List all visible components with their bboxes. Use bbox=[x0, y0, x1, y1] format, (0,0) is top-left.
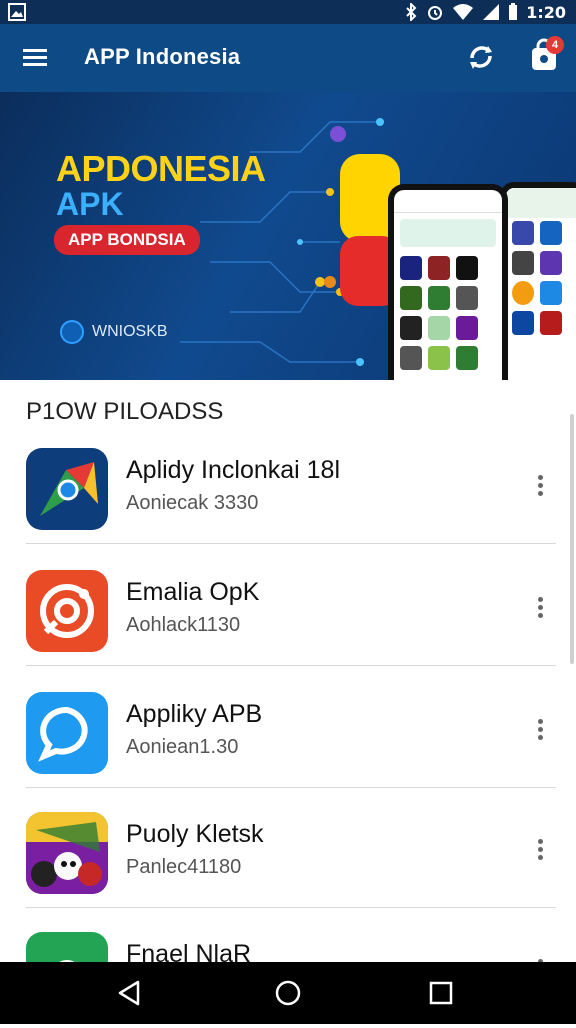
banner-headline: APDONESIA bbox=[56, 148, 266, 189]
home-icon[interactable] bbox=[273, 978, 303, 1008]
banner-pill: APP BONDSIA bbox=[54, 225, 200, 255]
status-bar: 1:20 bbox=[0, 0, 576, 24]
app-name: Aplidy Inclonkai 18l bbox=[126, 456, 341, 484]
system-nav-bar bbox=[0, 962, 576, 1024]
app-subtitle: Aohlack1130 bbox=[126, 614, 241, 636]
more-options-icon[interactable] bbox=[528, 716, 552, 752]
bluetooth-icon bbox=[406, 3, 417, 21]
app-bar: APP Indonesia 4 bbox=[0, 24, 576, 92]
more-options-icon[interactable] bbox=[528, 472, 552, 508]
chrome-like-icon bbox=[26, 448, 108, 530]
recents-icon[interactable] bbox=[426, 978, 456, 1008]
promo-banner[interactable]: APDONESIA APK APP BONDSIA WNIOSKB bbox=[0, 92, 576, 380]
mock-header bbox=[506, 188, 576, 218]
back-icon[interactable] bbox=[114, 978, 144, 1008]
list-item[interactable]: Appliky APB Aoniean1.30 bbox=[0, 668, 576, 788]
scrollbar[interactable] bbox=[570, 414, 574, 664]
mock-row bbox=[506, 278, 576, 308]
app-subtitle: Aoniean1.30 bbox=[126, 736, 239, 758]
divider bbox=[26, 665, 556, 666]
status-icons: 1:20 bbox=[404, 0, 566, 24]
phone-screen bbox=[394, 190, 502, 380]
banner-brand: WNIOSKB bbox=[60, 320, 168, 344]
clock: 1:20 bbox=[526, 2, 566, 22]
mock-row bbox=[506, 248, 576, 278]
sync-icon[interactable] bbox=[464, 40, 498, 74]
wifi-icon bbox=[453, 4, 474, 20]
notification-badge: 4 bbox=[546, 36, 564, 54]
app-name: Emalia OpK bbox=[126, 578, 260, 606]
gallery-icon bbox=[8, 3, 26, 21]
camera-target-icon bbox=[26, 570, 108, 652]
list-item[interactable]: Puoly Kletsk Panlec41180 bbox=[0, 788, 576, 908]
mock-row bbox=[394, 343, 502, 373]
app-name: Puoly Kletsk bbox=[126, 820, 264, 848]
app-name: Appliky APB bbox=[126, 700, 263, 728]
mock-row bbox=[506, 308, 576, 338]
alarm-icon bbox=[428, 6, 443, 20]
banner-subheadline: APK bbox=[56, 186, 124, 222]
section-title: P1OW PILOADSS bbox=[26, 398, 224, 425]
more-options-icon[interactable] bbox=[528, 836, 552, 872]
mock-toolbar bbox=[394, 190, 502, 213]
mock-card bbox=[400, 219, 496, 247]
chat-bubble-icon bbox=[26, 692, 108, 774]
divider bbox=[26, 543, 556, 544]
list-item[interactable]: Emalia OpK Aohlack1130 bbox=[0, 546, 576, 666]
game-characters-icon bbox=[26, 812, 108, 894]
phone-screen-secondary bbox=[506, 188, 576, 380]
app-title: APP Indonesia bbox=[84, 44, 241, 69]
brand-logo-icon bbox=[60, 320, 84, 344]
more-options-icon[interactable] bbox=[528, 594, 552, 630]
app-subtitle: Panlec41180 bbox=[126, 856, 242, 878]
brand-text: WNIOSKB bbox=[92, 323, 168, 340]
mock-row bbox=[394, 313, 502, 343]
app-subtitle: Aoniecak 3330 bbox=[126, 492, 259, 514]
phone-mockup-secondary bbox=[500, 182, 576, 380]
signal-icon bbox=[483, 4, 500, 20]
battery-icon bbox=[509, 3, 518, 20]
phone-mockup bbox=[388, 184, 508, 380]
list-item[interactable]: Aplidy Inclonkai 18l Aoniecak 3330 bbox=[0, 424, 576, 544]
mock-row bbox=[506, 218, 576, 248]
mock-row bbox=[394, 283, 502, 313]
menu-icon[interactable] bbox=[22, 44, 48, 70]
mock-row bbox=[394, 253, 502, 283]
